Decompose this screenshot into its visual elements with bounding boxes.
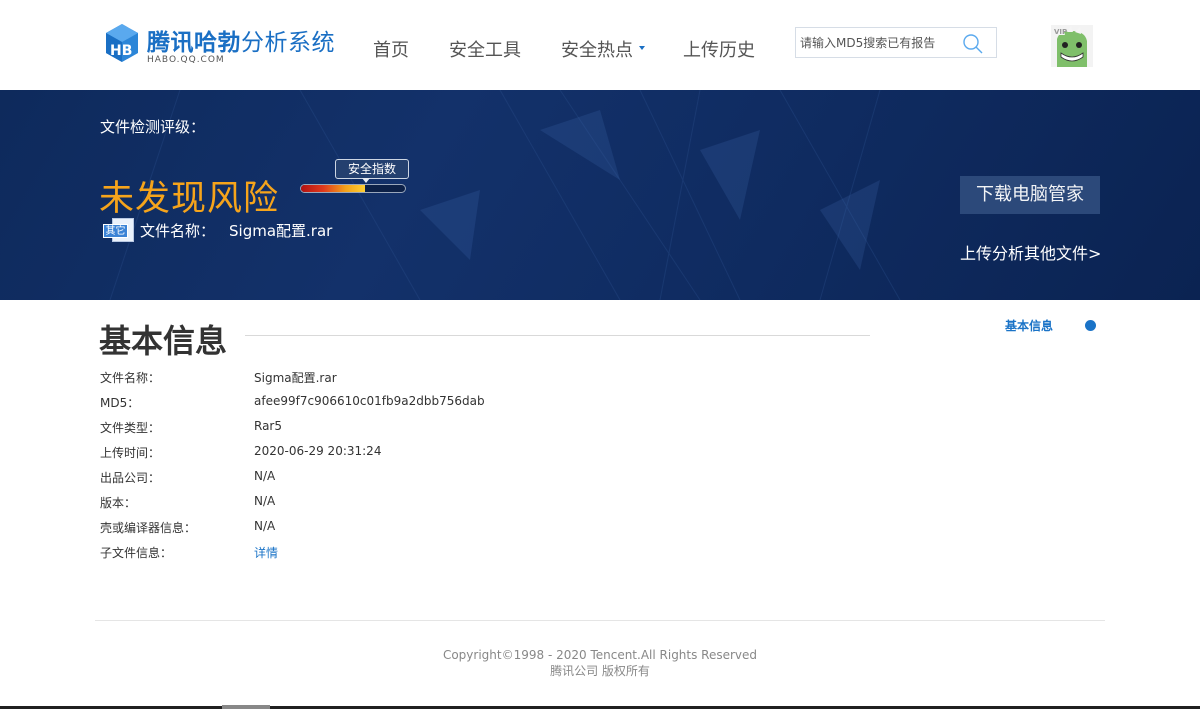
safety-score-badge: 安全指数 — [335, 159, 409, 183]
section-divider — [245, 335, 870, 336]
svg-text:VIP: VIP — [1054, 28, 1067, 36]
file-type-icon: 其它 — [103, 218, 134, 242]
info-label: MD5： — [100, 396, 140, 410]
nav-upload-history[interactable]: 上传历史 — [683, 36, 755, 62]
user-avatar[interactable]: VIP — [1051, 25, 1093, 67]
info-value: N/A — [254, 494, 276, 508]
logo-product: 分析系统 — [241, 30, 335, 56]
file-name-row: 其它 文件名称： Sigma配置.rar — [103, 218, 332, 242]
nav-security-hotspots-label: 安全热点 — [561, 40, 633, 61]
nav-security-tools[interactable]: 安全工具 — [449, 36, 521, 62]
file-name-value: Sigma配置.rar — [229, 221, 333, 240]
info-value: afee99f7c906610c01fb9a2dbb756dab — [254, 394, 485, 408]
file-name-label: 文件名称： — [140, 221, 216, 240]
verdict-text: 未发现风险 — [99, 179, 280, 219]
window-bottom-tab — [222, 705, 270, 709]
logo-domain: HABO.QQ.COM — [147, 55, 225, 65]
footer: Copyright©1998 - 2020 Tencent.All Rights… — [0, 647, 1200, 679]
search-icon[interactable] — [962, 33, 984, 55]
habo-logo-icon: HB — [106, 24, 138, 62]
footer-divider — [95, 620, 1105, 621]
copyright-text: Copyright©1998 - 2020 Tencent.All Rights… — [442, 648, 758, 662]
download-pc-manager-button[interactable]: 下载电脑管家 — [960, 176, 1100, 214]
company-text: 腾讯公司 版权所有 — [550, 664, 650, 678]
info-label: 文件名称： — [100, 371, 161, 385]
caret-down-icon — [639, 46, 645, 50]
safety-score-fill — [301, 185, 366, 192]
info-value: N/A — [254, 519, 276, 533]
info-label: 出品公司： — [100, 471, 161, 485]
info-label: 壳或编译器信息： — [100, 521, 197, 535]
md5-search-box — [795, 27, 997, 58]
info-label: 文件类型： — [100, 421, 161, 435]
file-type-tag: 其它 — [103, 224, 128, 238]
top-header: HB 腾讯哈勃分析系统 HABO.QQ.COM 首页 安全工具 安全热点 上传历… — [0, 0, 1200, 90]
info-value: N/A — [254, 469, 276, 483]
result-banner: 文件检测评级： 未发现风险 安全指数 其它 文件名称： Sigma配置.rar … — [0, 90, 1200, 300]
habo-logo[interactable]: HB 腾讯哈勃分析系统 HABO.QQ.COM — [103, 22, 335, 70]
side-nav-active-dot — [1085, 320, 1096, 331]
info-label: 版本： — [100, 496, 137, 510]
md5-search-input[interactable] — [800, 34, 960, 52]
sub-file-details-link[interactable]: 详情 — [254, 544, 278, 561]
info-value: Sigma配置.rar — [254, 371, 337, 385]
nav-home[interactable]: 首页 — [373, 36, 409, 62]
logo-brand: 腾讯哈勃 — [147, 30, 241, 56]
info-value: Rar5 — [254, 419, 282, 433]
svg-text:HB: HB — [110, 43, 132, 59]
info-label: 子文件信息： — [100, 546, 173, 560]
info-label: 上传时间： — [100, 446, 161, 460]
safety-score-bar — [300, 184, 406, 193]
info-value: 2020-06-29 20:31:24 — [254, 444, 382, 458]
section-title: 基本信息 — [99, 322, 228, 360]
upload-other-file-link[interactable]: 上传分析其他文件> — [960, 240, 1101, 264]
nav-security-hotspots[interactable]: 安全热点 — [561, 36, 645, 62]
rating-label: 文件检测评级： — [100, 118, 206, 136]
side-nav-basic-info[interactable]: 基本信息 — [1005, 317, 1053, 334]
